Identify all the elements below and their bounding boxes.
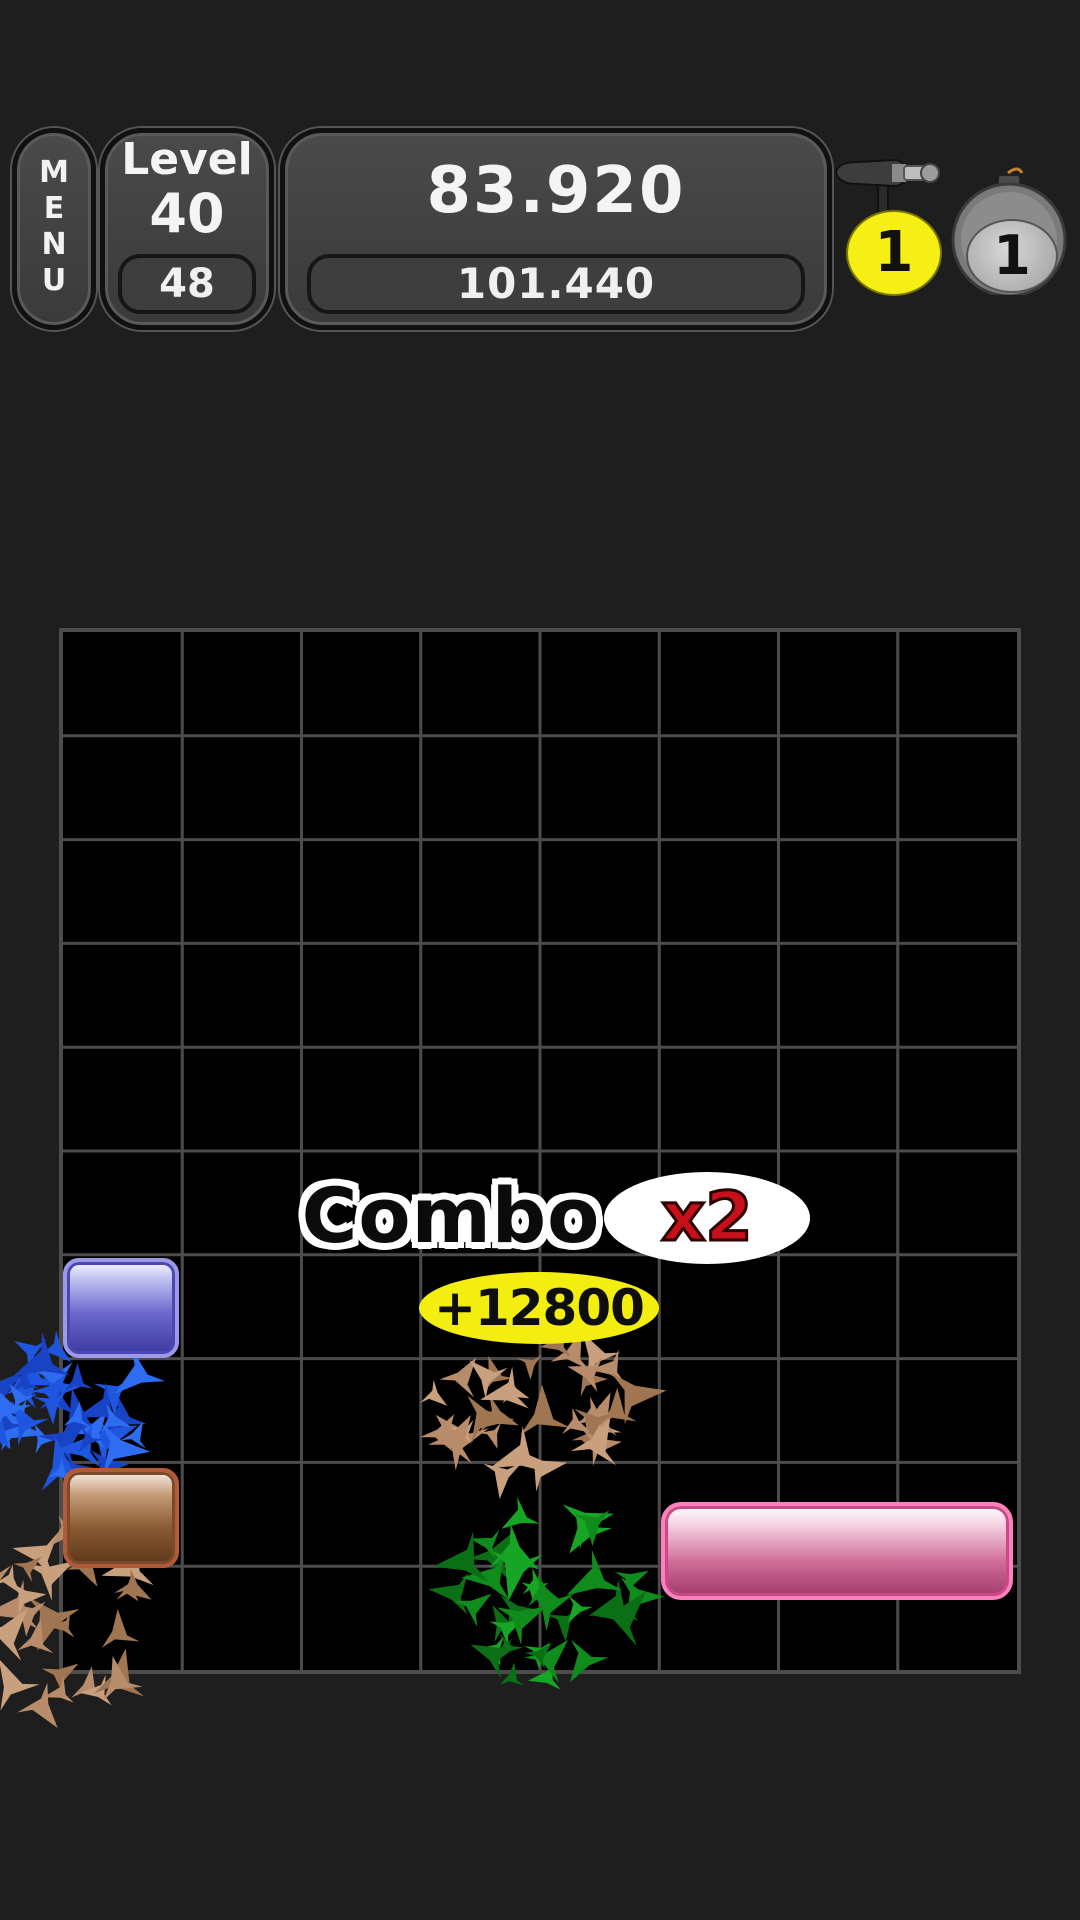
particle-brown <box>517 1354 542 1380</box>
particle-green <box>570 1639 609 1683</box>
particle-green <box>501 1496 540 1529</box>
block-pink-wide[interactable] <box>661 1502 1013 1600</box>
particle-green <box>428 1572 469 1615</box>
combo-text: Combo <box>301 1171 601 1260</box>
particle-brown <box>0 1658 40 1711</box>
particle-brown <box>420 1379 448 1406</box>
points-popup: +12800 <box>419 1272 659 1344</box>
particle-brown <box>520 1384 570 1436</box>
block-blue[interactable] <box>63 1258 179 1358</box>
particle-brown <box>101 1608 140 1648</box>
particle-green <box>499 1662 525 1686</box>
block-brown[interactable] <box>63 1468 179 1568</box>
particle-brown <box>522 1452 568 1492</box>
particle-effects <box>0 1327 667 1729</box>
game-screen: M E N U Level 40 48 83.920 101.440 1 1 x… <box>0 0 1080 1920</box>
